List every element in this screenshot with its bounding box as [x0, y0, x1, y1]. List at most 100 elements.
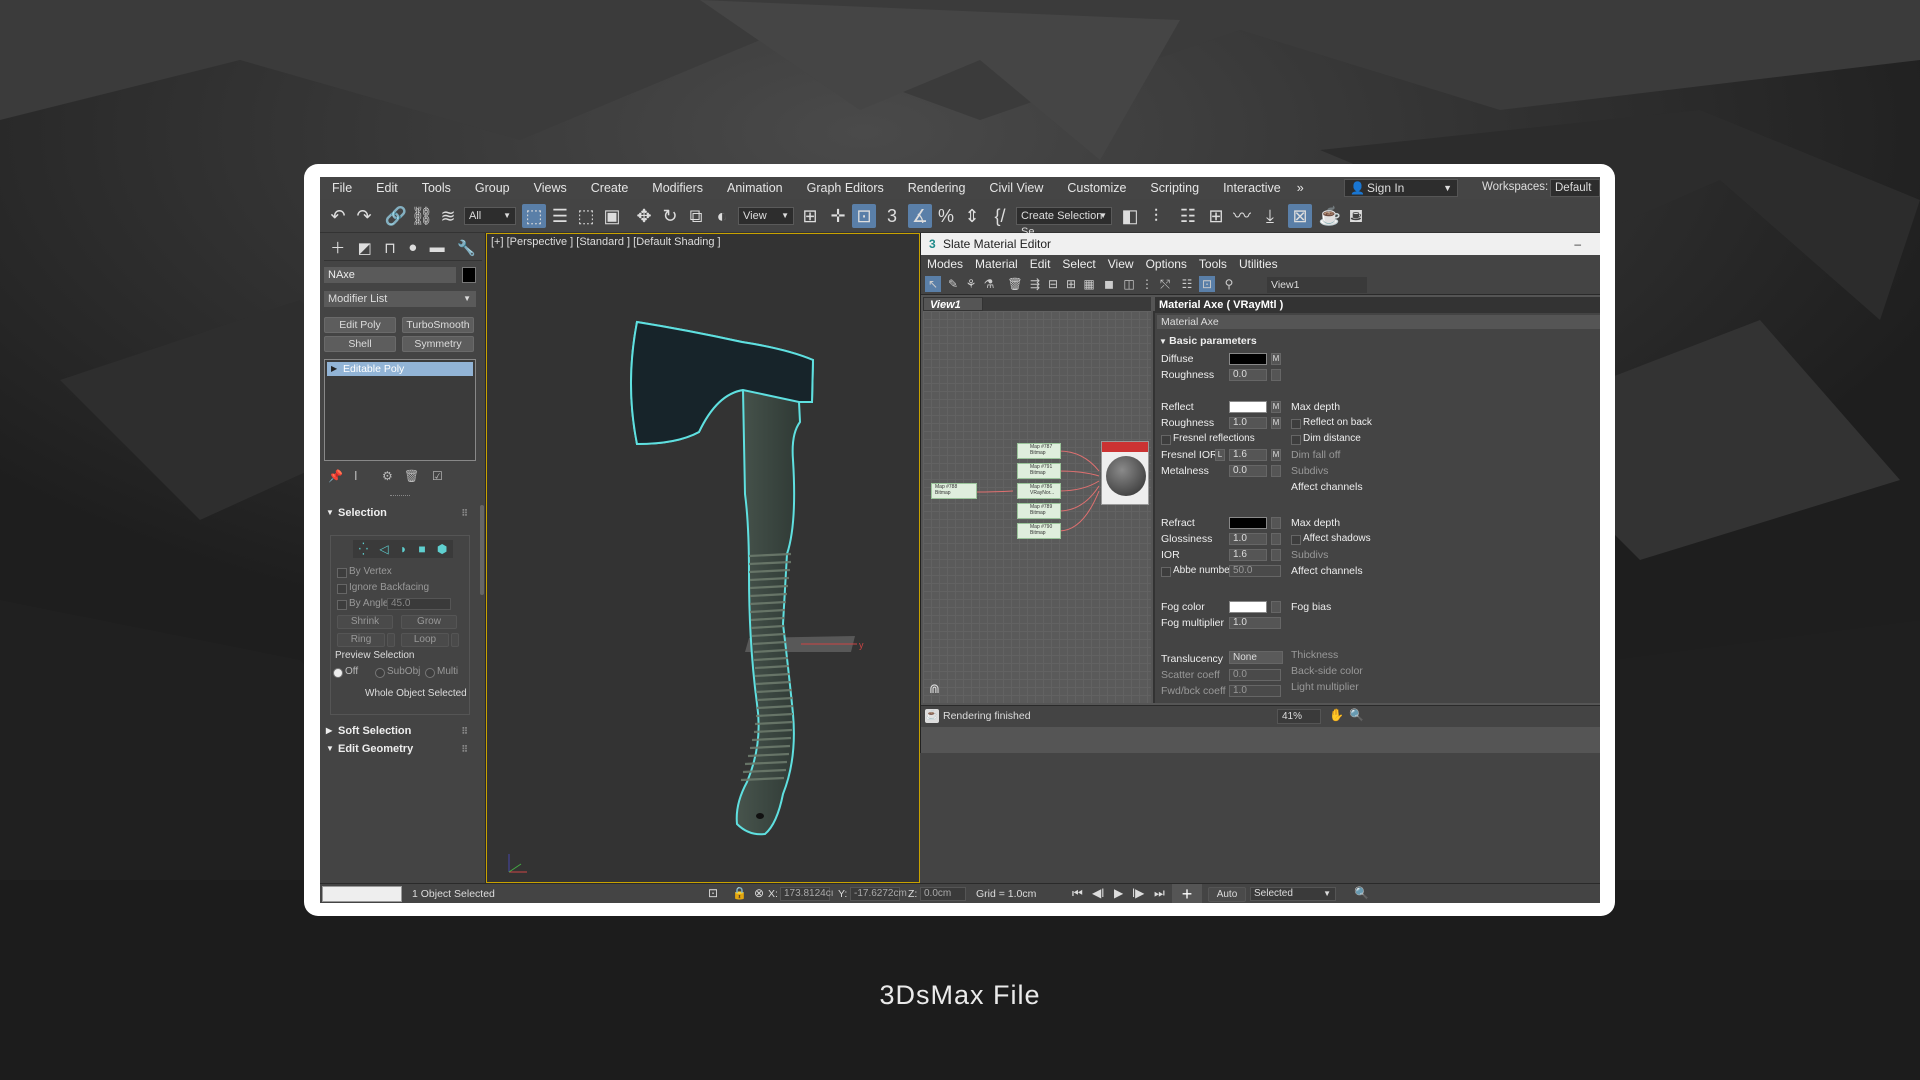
scatter-coeff-spinner[interactable]: 0.0: [1229, 669, 1281, 681]
sign-in-dropdown[interactable]: 👤 Sign In ▼: [1344, 179, 1458, 197]
fog-multiplier-spinner[interactable]: 1.0: [1229, 617, 1281, 629]
preview-multi-radio[interactable]: Multi: [425, 666, 458, 678]
dim-distance-checkbox[interactable]: Dim distance: [1291, 433, 1361, 445]
glossiness-spinner[interactable]: 1.0: [1229, 533, 1267, 545]
view1-tab[interactable]: View1: [923, 297, 983, 311]
parameter-editor-icon[interactable]: ☷: [1179, 276, 1195, 292]
stack-item-editable-poly[interactable]: ▶ Editable Poly: [327, 362, 473, 376]
perspective-viewport[interactable]: [+] [Perspective ] [Standard ] [Default …: [486, 233, 920, 883]
absolute-mode-icon[interactable]: ⊗: [754, 886, 764, 900]
material-map-navigator-icon[interactable]: ⤲: [1157, 276, 1173, 292]
node-bitmap-790[interactable]: Map #790 Bitmap: [1017, 523, 1061, 539]
layer-explorer-icon[interactable]: ⊞: [1204, 204, 1228, 228]
view-dropdown[interactable]: View1: [1267, 277, 1367, 293]
fresnel-ior-spinner[interactable]: 1.6: [1229, 449, 1267, 461]
metalness-map-button[interactable]: [1271, 465, 1281, 477]
diffuse-swatch[interactable]: [1229, 353, 1267, 365]
remove-modifier-icon[interactable]: 🗑: [404, 469, 419, 483]
percent-snap-icon[interactable]: %: [934, 204, 958, 228]
node-vraynormal-786[interactable]: Map #786 VRayNor...: [1017, 483, 1061, 499]
search-icon[interactable]: 🔍: [1354, 886, 1369, 900]
ring-button[interactable]: Ring: [337, 633, 385, 647]
link-icon[interactable]: 🔗: [384, 204, 408, 228]
fresnel-ior-map-button[interactable]: M: [1271, 449, 1281, 461]
slate-menu-select[interactable]: Select: [1056, 257, 1101, 271]
menu-animation[interactable]: Animation: [715, 181, 795, 195]
maxscript-listener[interactable]: [322, 886, 402, 902]
zoom-dropdown[interactable]: 41%: [1277, 709, 1321, 724]
reference-coord-dropdown[interactable]: View ▼: [738, 207, 794, 225]
go-to-end-icon[interactable]: ⏭: [1154, 886, 1165, 901]
slate-menu-view[interactable]: View: [1102, 257, 1140, 271]
node-canvas[interactable]: Map #788 Bitmap Map #787 Bitmap Map #791…: [923, 311, 1151, 703]
menu-file[interactable]: File: [320, 181, 364, 195]
vertex-icon[interactable]: ⁛: [359, 542, 369, 556]
node-bitmap-787[interactable]: Map #787 Bitmap: [1017, 443, 1061, 459]
hide-unused-icon[interactable]: ⊟: [1045, 276, 1061, 292]
window-crossing-icon[interactable]: ▣: [600, 204, 624, 228]
fresnel-checkbox[interactable]: Fresnel reflections: [1161, 433, 1255, 445]
scene-explorer-icon[interactable]: ☷: [1176, 204, 1200, 228]
ignore-backfacing-checkbox[interactable]: Ignore Backfacing: [337, 582, 429, 594]
assign-material-icon[interactable]: ⚗: [981, 276, 997, 292]
show-end-result-icon[interactable]: Ⅰ: [354, 469, 358, 483]
menu-group[interactable]: Group: [463, 181, 522, 195]
spinner-snap-icon[interactable]: ⇕: [960, 204, 984, 228]
zoom-icon[interactable]: 🔍: [1349, 708, 1364, 722]
snaps-toggle-icon[interactable]: 3: [880, 204, 904, 228]
edit-named-selection-icon[interactable]: {/: [988, 204, 1012, 228]
go-to-start-icon[interactable]: ⏮: [1072, 886, 1083, 901]
symmetry-button[interactable]: Symmetry: [402, 336, 474, 352]
menu-modifiers[interactable]: Modifiers: [640, 181, 715, 195]
menu-edit[interactable]: Edit: [364, 181, 410, 195]
show-map-icon[interactable]: ⊞: [1063, 276, 1079, 292]
loop-spinner[interactable]: [451, 633, 459, 647]
workspaces-dropdown[interactable]: Default: [1550, 179, 1600, 197]
ring-spinner[interactable]: [387, 633, 395, 647]
turbosmooth-button[interactable]: TurboSmooth: [402, 317, 474, 333]
slate-menu-modes[interactable]: Modes: [921, 257, 969, 271]
translucency-dropdown[interactable]: None: [1229, 651, 1283, 664]
node-bitmap-789[interactable]: Map #789 Bitmap: [1017, 503, 1061, 519]
menu-views[interactable]: Views: [522, 181, 579, 195]
unlink-icon[interactable]: ⛓: [410, 204, 434, 228]
schematic-view-icon[interactable]: ⤓: [1258, 204, 1282, 228]
menu-customize[interactable]: Customize: [1055, 181, 1138, 195]
preview-subobj-radio[interactable]: SubObj: [375, 666, 420, 678]
menu-more[interactable]: »: [1293, 181, 1308, 195]
selection-filter-dropdown[interactable]: All ▼: [464, 207, 516, 225]
select-by-name-icon[interactable]: ☰: [548, 204, 572, 228]
select-by-material-icon[interactable]: ⊡: [1199, 276, 1215, 292]
z-coordinate-field[interactable]: 0.0cm: [920, 887, 966, 901]
create-selection-set-dropdown[interactable]: Create Selection Se ▼: [1016, 207, 1112, 238]
motion-tab-icon[interactable]: ●: [408, 239, 417, 256]
fwd-bck-coeff-spinner[interactable]: 1.0: [1229, 685, 1281, 697]
sample-type-icon[interactable]: ◼: [1101, 276, 1117, 292]
panel-scrollbar[interactable]: [480, 505, 484, 595]
edit-geometry-rollout-header[interactable]: ▼ Edit Geometry ⠿: [324, 741, 472, 757]
modifier-list-dropdown[interactable]: Modifier List ▼: [324, 291, 476, 307]
refl-roughness-map-button[interactable]: M: [1271, 417, 1281, 429]
fog-color-swatch[interactable]: [1229, 601, 1267, 613]
reflect-swatch[interactable]: [1229, 401, 1267, 413]
select-object-icon[interactable]: ⬚: [522, 204, 546, 228]
ior-map-button[interactable]: [1271, 549, 1281, 561]
menu-create[interactable]: Create: [579, 181, 641, 195]
by-angle-spinner[interactable]: 45.0: [387, 598, 451, 610]
minimize-button[interactable]: –: [1574, 233, 1581, 255]
material-editor-icon[interactable]: ⊠: [1288, 204, 1312, 228]
modify-tab-icon[interactable]: ◩: [358, 239, 372, 257]
grow-button[interactable]: Grow: [401, 615, 457, 629]
navigator-icon[interactable]: ⋒: [929, 681, 940, 697]
menu-scripting[interactable]: Scripting: [1138, 181, 1211, 195]
layout-all-icon[interactable]: ◫: [1121, 276, 1137, 292]
pick-material-icon[interactable]: ✎: [945, 276, 961, 292]
select-manipulate-icon[interactable]: ✛: [826, 204, 850, 228]
x-coordinate-field[interactable]: 173.8124cı: [780, 887, 834, 901]
move-children-icon[interactable]: ⇶: [1027, 276, 1043, 292]
fresnel-lock-button[interactable]: L: [1215, 449, 1225, 461]
loop-button[interactable]: Loop: [401, 633, 449, 647]
align-icon[interactable]: ⫶: [1144, 204, 1168, 228]
pivot-center-icon[interactable]: ⊞: [798, 204, 822, 228]
border-icon[interactable]: ◗: [400, 542, 407, 556]
